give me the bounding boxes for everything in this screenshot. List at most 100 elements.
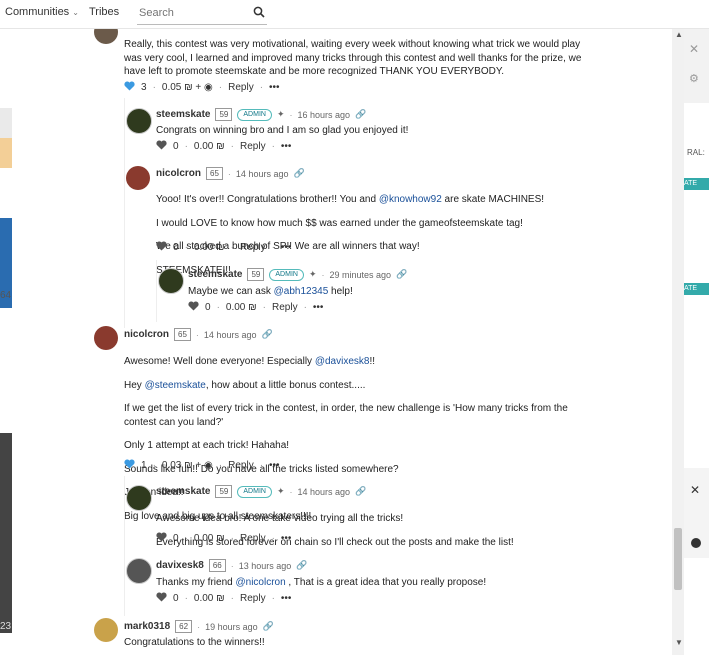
communities-menu[interactable]: Communities ⌄ (5, 6, 79, 18)
scroll-up-icon[interactable]: ▲ (675, 30, 683, 39)
link-icon[interactable]: 🔗 (263, 621, 274, 632)
vote-count: 0 (173, 593, 179, 604)
comment-text: Awesome idea bro! A one take video tryin… (156, 513, 404, 524)
more-options-icon[interactable]: ••• (269, 82, 280, 93)
timestamp[interactable]: 19 hours ago (205, 622, 258, 632)
user-mention-link[interactable]: @knowhow92 (379, 194, 442, 205)
timestamp[interactable]: 13 hours ago (239, 561, 292, 571)
reply-button[interactable]: Reply (240, 141, 266, 152)
comment-body: Congratulations to the winners!! (124, 636, 594, 650)
reply-button[interactable]: Reply (228, 82, 254, 93)
close-icon-secondary[interactable]: ✕ (690, 483, 700, 497)
author-name[interactable]: steemskate (156, 109, 210, 120)
gear-icon[interactable]: ⚙ (689, 72, 699, 85)
payout-value: 0.00 ₪ (193, 533, 225, 544)
link-icon[interactable]: 🔗 (261, 329, 272, 340)
link-icon[interactable]: 🔗 (293, 168, 304, 179)
avatar[interactable] (126, 485, 152, 511)
payout-value: 0.00 ₪ (193, 242, 225, 253)
communities-label: Communities (5, 6, 70, 18)
user-mention-link[interactable]: @davixesk8 (315, 356, 370, 367)
search-box (137, 2, 267, 25)
heart-icon[interactable] (156, 140, 167, 153)
more-options-icon[interactable]: ••• (281, 533, 292, 544)
payout-value: 0.03 ₪ + ◉ (161, 460, 213, 471)
author-name[interactable]: davixesk8 (156, 560, 204, 571)
link-icon[interactable]: 🔗 (355, 486, 366, 497)
close-icon[interactable]: ✕ (689, 42, 699, 56)
more-options-icon[interactable]: ••• (313, 302, 324, 313)
background-badge: ATE (684, 178, 709, 190)
comment-footer: 0 · 0.00 ₪ · Reply · ••• (156, 140, 291, 153)
payout-value: 0.00 ₪ (193, 141, 225, 152)
background-label: RAL: (687, 148, 705, 157)
timestamp[interactable]: 14 hours ago (204, 330, 257, 340)
more-options-icon[interactable]: ••• (281, 593, 292, 604)
comment-header: nicolcron 65 · 14 hours ago 🔗 (156, 167, 305, 180)
more-options-icon[interactable]: ••• (281, 242, 292, 253)
vote-count: 3 (141, 82, 147, 93)
feather-icon: ✦ (276, 486, 285, 496)
feather-icon: ✦ (308, 269, 317, 279)
reputation-badge: 66 (208, 559, 226, 572)
heart-icon[interactable] (156, 241, 167, 254)
tribes-link[interactable]: Tribes (89, 6, 119, 18)
reputation-badge: 62 (175, 620, 193, 633)
more-options-icon[interactable]: ••• (281, 141, 292, 152)
timestamp[interactable]: 14 hours ago (298, 487, 351, 497)
user-mention-link[interactable]: @steemskate (145, 380, 206, 391)
reply-button[interactable]: Reply (240, 242, 266, 253)
search-input[interactable] (137, 6, 251, 20)
comment-text: I would LOVE to know how much $$ was ear… (156, 217, 523, 229)
avatar[interactable] (94, 326, 118, 350)
reply-button[interactable]: Reply (228, 460, 254, 471)
scrollbar-thumb[interactable] (674, 528, 682, 590)
user-mention-link[interactable]: @abh12345 (274, 286, 329, 297)
reply-button[interactable]: Reply (240, 533, 266, 544)
avatar[interactable] (94, 28, 118, 44)
reputation-badge: 65 (174, 328, 191, 341)
payout-value: 0.00 ₪ (193, 593, 225, 604)
link-icon[interactable]: 🔗 (396, 269, 407, 280)
chevron-down-icon: ⌄ (72, 8, 79, 17)
feather-icon: ✦ (276, 109, 285, 119)
avatar[interactable] (158, 268, 184, 294)
avatar[interactable] (126, 558, 152, 584)
author-name[interactable]: steemskate (188, 269, 242, 280)
timestamp[interactable]: 14 hours ago (236, 169, 289, 179)
background-number-2: 23 (0, 621, 12, 632)
heart-icon[interactable] (124, 81, 135, 94)
comment-footer: 0 · 0.00 ₪ · Reply · ••• (156, 592, 291, 605)
heart-icon[interactable] (156, 532, 167, 545)
comment-text: Congrats on winning bro and I am so glad… (156, 125, 409, 136)
heart-icon[interactable] (188, 301, 199, 314)
avatar[interactable] (126, 166, 150, 190)
comment-footer: 0 · 0.00 ₪ · Reply · ••• (188, 301, 323, 314)
more-options-icon[interactable]: ••• (269, 460, 280, 471)
scrollbar[interactable]: ▲ ▼ (672, 28, 684, 655)
admin-badge: ADMIN (269, 268, 304, 281)
comment-text: If we get the list of every trick in the… (124, 403, 568, 428)
reputation-badge: 59 (247, 268, 265, 281)
author-name[interactable]: nicolcron (156, 168, 201, 179)
reply-button[interactable]: Reply (240, 593, 266, 604)
heart-icon[interactable] (124, 459, 135, 472)
avatar[interactable] (126, 108, 152, 134)
author-name[interactable]: steemskate (156, 486, 210, 497)
heart-icon[interactable] (156, 592, 167, 605)
timestamp[interactable]: 16 hours ago (298, 110, 351, 120)
avatar[interactable] (94, 618, 118, 642)
comment-header: steemskate 59 ADMIN ✦ · 16 hours ago 🔗 (156, 108, 367, 121)
search-icon[interactable] (253, 5, 265, 23)
author-name[interactable]: mark0318 (124, 621, 170, 632)
background-page-left: 64 23 (0, 28, 12, 655)
author-name[interactable]: nicolcron (124, 329, 169, 340)
vote-count: 1 (141, 460, 147, 471)
link-icon[interactable]: 🔗 (355, 109, 366, 120)
link-icon[interactable]: 🔗 (296, 560, 307, 571)
user-mention-link[interactable]: @nicolcron (235, 577, 285, 588)
comment-text: Only 1 attempt at each trick! Hahaha! (124, 440, 290, 451)
reply-button[interactable]: Reply (272, 302, 298, 313)
timestamp[interactable]: 29 minutes ago (330, 270, 392, 280)
scroll-down-icon[interactable]: ▼ (675, 638, 683, 647)
